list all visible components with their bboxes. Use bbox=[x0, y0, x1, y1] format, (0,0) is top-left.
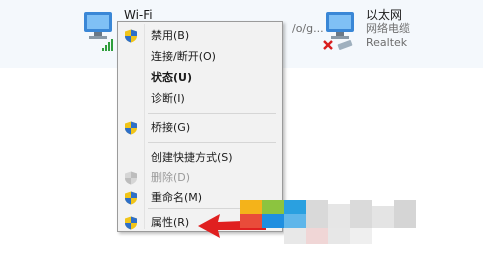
menu-item-1[interactable]: 禁用(B) bbox=[120, 26, 280, 46]
menu-item-label: 诊断(I) bbox=[151, 92, 185, 105]
uac-shield-icon bbox=[125, 191, 137, 205]
signal-bars-icon bbox=[102, 39, 113, 51]
ethernet-plug-icon bbox=[337, 40, 353, 50]
menu-item-4[interactable]: 诊断(I) bbox=[120, 89, 280, 109]
menu-item-5[interactable]: 桥接(G) bbox=[120, 118, 280, 138]
disconnected-x-icon bbox=[323, 40, 333, 50]
menu-item-6[interactable]: 创建快捷方式(S) bbox=[120, 148, 280, 168]
menu-item-label: 重命名(M) bbox=[151, 191, 203, 204]
menu-separator bbox=[148, 142, 276, 143]
menu-item-label: 桥接(G) bbox=[151, 121, 191, 134]
menu-item-label: 连接/断开(O) bbox=[151, 50, 216, 63]
watermark-mosaic bbox=[240, 200, 440, 260]
uac-shield-icon bbox=[125, 29, 137, 43]
wifi-adapter-name: Wi-Fi bbox=[124, 8, 153, 22]
uac-shield-icon bbox=[125, 121, 137, 135]
menu-item-label: 属性(R) bbox=[151, 216, 190, 229]
uac-shield-icon bbox=[125, 171, 137, 185]
menu-item-7: 删除(D) bbox=[120, 168, 280, 188]
network-computer-icon bbox=[323, 12, 354, 50]
uac-shield-icon bbox=[125, 216, 137, 230]
network-computer-icon bbox=[84, 12, 113, 51]
menu-item-3[interactable]: 状态(U) bbox=[120, 68, 280, 88]
ethernet-adapter[interactable]: 以太网 网络电缆 Realtek bbox=[322, 8, 482, 64]
ethernet-adapter-device: Realtek bbox=[366, 36, 408, 49]
ethernet-adapter-name: 以太网 bbox=[366, 8, 403, 22]
ethernet-adapter-status: 网络电缆 bbox=[366, 22, 410, 35]
menu-item-label: 创建快捷方式(S) bbox=[151, 151, 233, 164]
menu-item-2[interactable]: 连接/断开(O) bbox=[120, 47, 280, 67]
menu-item-label: 删除(D) bbox=[151, 171, 191, 184]
menu-item-label: 状态(U) bbox=[151, 71, 192, 84]
menu-separator bbox=[148, 113, 276, 114]
menu-item-label: 禁用(B) bbox=[151, 29, 190, 42]
